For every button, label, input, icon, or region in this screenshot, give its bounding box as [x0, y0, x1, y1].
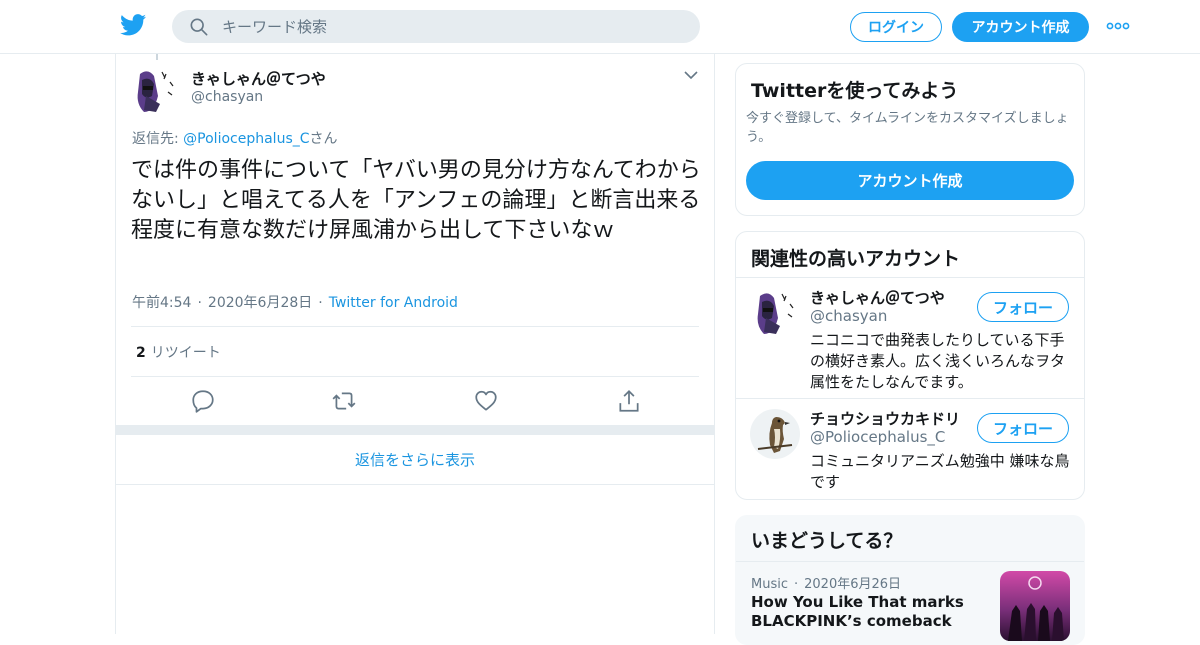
- tweet-time[interactable]: 午前4:54: [132, 295, 191, 311]
- user-avatar[interactable]: [130, 66, 180, 116]
- related-accounts-title: 関連性の高いアカウント: [751, 248, 961, 270]
- divider: [131, 376, 699, 377]
- account-avatar[interactable]: [750, 409, 800, 459]
- related-account-item[interactable]: チョウショウカキドリ @Poliocephalus_C フォロー コミュニタリア…: [736, 399, 1084, 499]
- tweet-text: では件の事件について「ヤバい男の見分け方なんてわからないし」と唱えてる人を「アン…: [131, 158, 701, 243]
- like-icon[interactable]: [473, 388, 499, 414]
- account-name[interactable]: チョウショウカキドリ: [810, 408, 960, 429]
- tweet-metadata: 午前4:54 · 2020年6月28日 · Twitter for Android: [132, 292, 458, 312]
- trend-headline[interactable]: How You Like That marks BLACKPINK’s come…: [751, 593, 981, 631]
- signup-card: Twitterを使ってみよう 今すぐ登録して、タイムラインをカスタマイズしましょ…: [735, 63, 1085, 216]
- login-button[interactable]: ログイン: [850, 12, 942, 42]
- search-bar[interactable]: [172, 10, 700, 43]
- signup-card-button[interactable]: アカウント作成: [746, 161, 1074, 200]
- share-icon[interactable]: [616, 388, 642, 414]
- divider: [131, 326, 699, 327]
- retweet-count: 2: [136, 345, 146, 361]
- retweet-stats[interactable]: 2 リツイート: [136, 342, 221, 362]
- signup-card-description: 今すぐ登録して、タイムラインをカスタマイズしましょう。: [746, 111, 1069, 145]
- thread-connector-line: [156, 54, 158, 60]
- trend-date: 2020年6月26日: [804, 577, 902, 592]
- trend-category: Music: [751, 577, 788, 592]
- signup-card-title: Twitterを使ってみよう: [751, 80, 959, 102]
- tweet-actions-bar: [116, 388, 714, 414]
- related-accounts-card: 関連性の高いアカウント きゃしゃん＠てつや @chasyan フォロー ニコニコ…: [735, 231, 1085, 500]
- reply-prefix: 返信先:: [132, 131, 184, 147]
- retweet-icon[interactable]: [331, 388, 357, 414]
- account-handle[interactable]: @chasyan: [810, 307, 887, 325]
- trends-card: いまどうしてる？ Music · 2020年6月26日 How You Like T…: [735, 515, 1085, 645]
- section-separator: [116, 425, 714, 435]
- reply-to-link[interactable]: @Poliocephalus_C: [183, 131, 309, 147]
- separator-dot: ·: [794, 577, 799, 592]
- follow-button[interactable]: フォロー: [977, 413, 1069, 443]
- account-name[interactable]: きゃしゃん＠てつや: [810, 287, 945, 308]
- signup-button[interactable]: アカウント作成: [952, 12, 1089, 42]
- chevron-down-icon[interactable]: [684, 70, 698, 80]
- tweet-date[interactable]: 2020年6月28日: [208, 295, 312, 311]
- separator-dot: ·: [318, 295, 323, 311]
- reply-icon[interactable]: [190, 388, 216, 414]
- search-input[interactable]: [222, 10, 682, 43]
- account-handle[interactable]: @Poliocephalus_C: [810, 428, 945, 446]
- account-bio: ニコニコで曲発表したりしている下手の横好き素人。広く浅くいろんなヲタ属性をたしな…: [810, 331, 1066, 391]
- divider: [736, 561, 1084, 562]
- related-account-item[interactable]: きゃしゃん＠てつや @chasyan フォロー ニコニコで曲発表したりしている下…: [736, 278, 1084, 398]
- top-navigation-bar: ログイン アカウント作成: [0, 0, 1200, 54]
- account-avatar[interactable]: [750, 288, 800, 338]
- trend-thumbnail-image[interactable]: [1000, 571, 1070, 641]
- follow-button[interactable]: フォロー: [977, 292, 1069, 322]
- trend-meta: Music · 2020年6月26日: [751, 573, 901, 592]
- tweet-author-name[interactable]: きゃしゃん＠てつや: [191, 68, 326, 89]
- trends-title: いまどうしてる？: [751, 530, 903, 552]
- account-bio: コミュニタリアニズム勉強中 嫌味な鳥です: [810, 452, 1070, 491]
- tweet-author-handle[interactable]: @chasyan: [191, 89, 263, 105]
- tweet-source-link[interactable]: Twitter for Android: [329, 295, 458, 311]
- reply-to-line: 返信先: @Poliocephalus_Cさん: [132, 128, 338, 148]
- search-icon: [190, 18, 208, 36]
- tweet-detail-column: きゃしゃん＠てつや @chasyan 返信先: @Poliocephalus_C…: [115, 54, 715, 634]
- retweet-label: リツイート: [150, 345, 221, 361]
- separator-dot: ·: [197, 295, 202, 311]
- more-options-icon[interactable]: [1106, 18, 1130, 34]
- twitter-bird-logo-icon[interactable]: [120, 14, 146, 36]
- show-more-replies-link[interactable]: 返信をさらに表示: [116, 435, 714, 485]
- reply-suffix: さん: [309, 131, 338, 147]
